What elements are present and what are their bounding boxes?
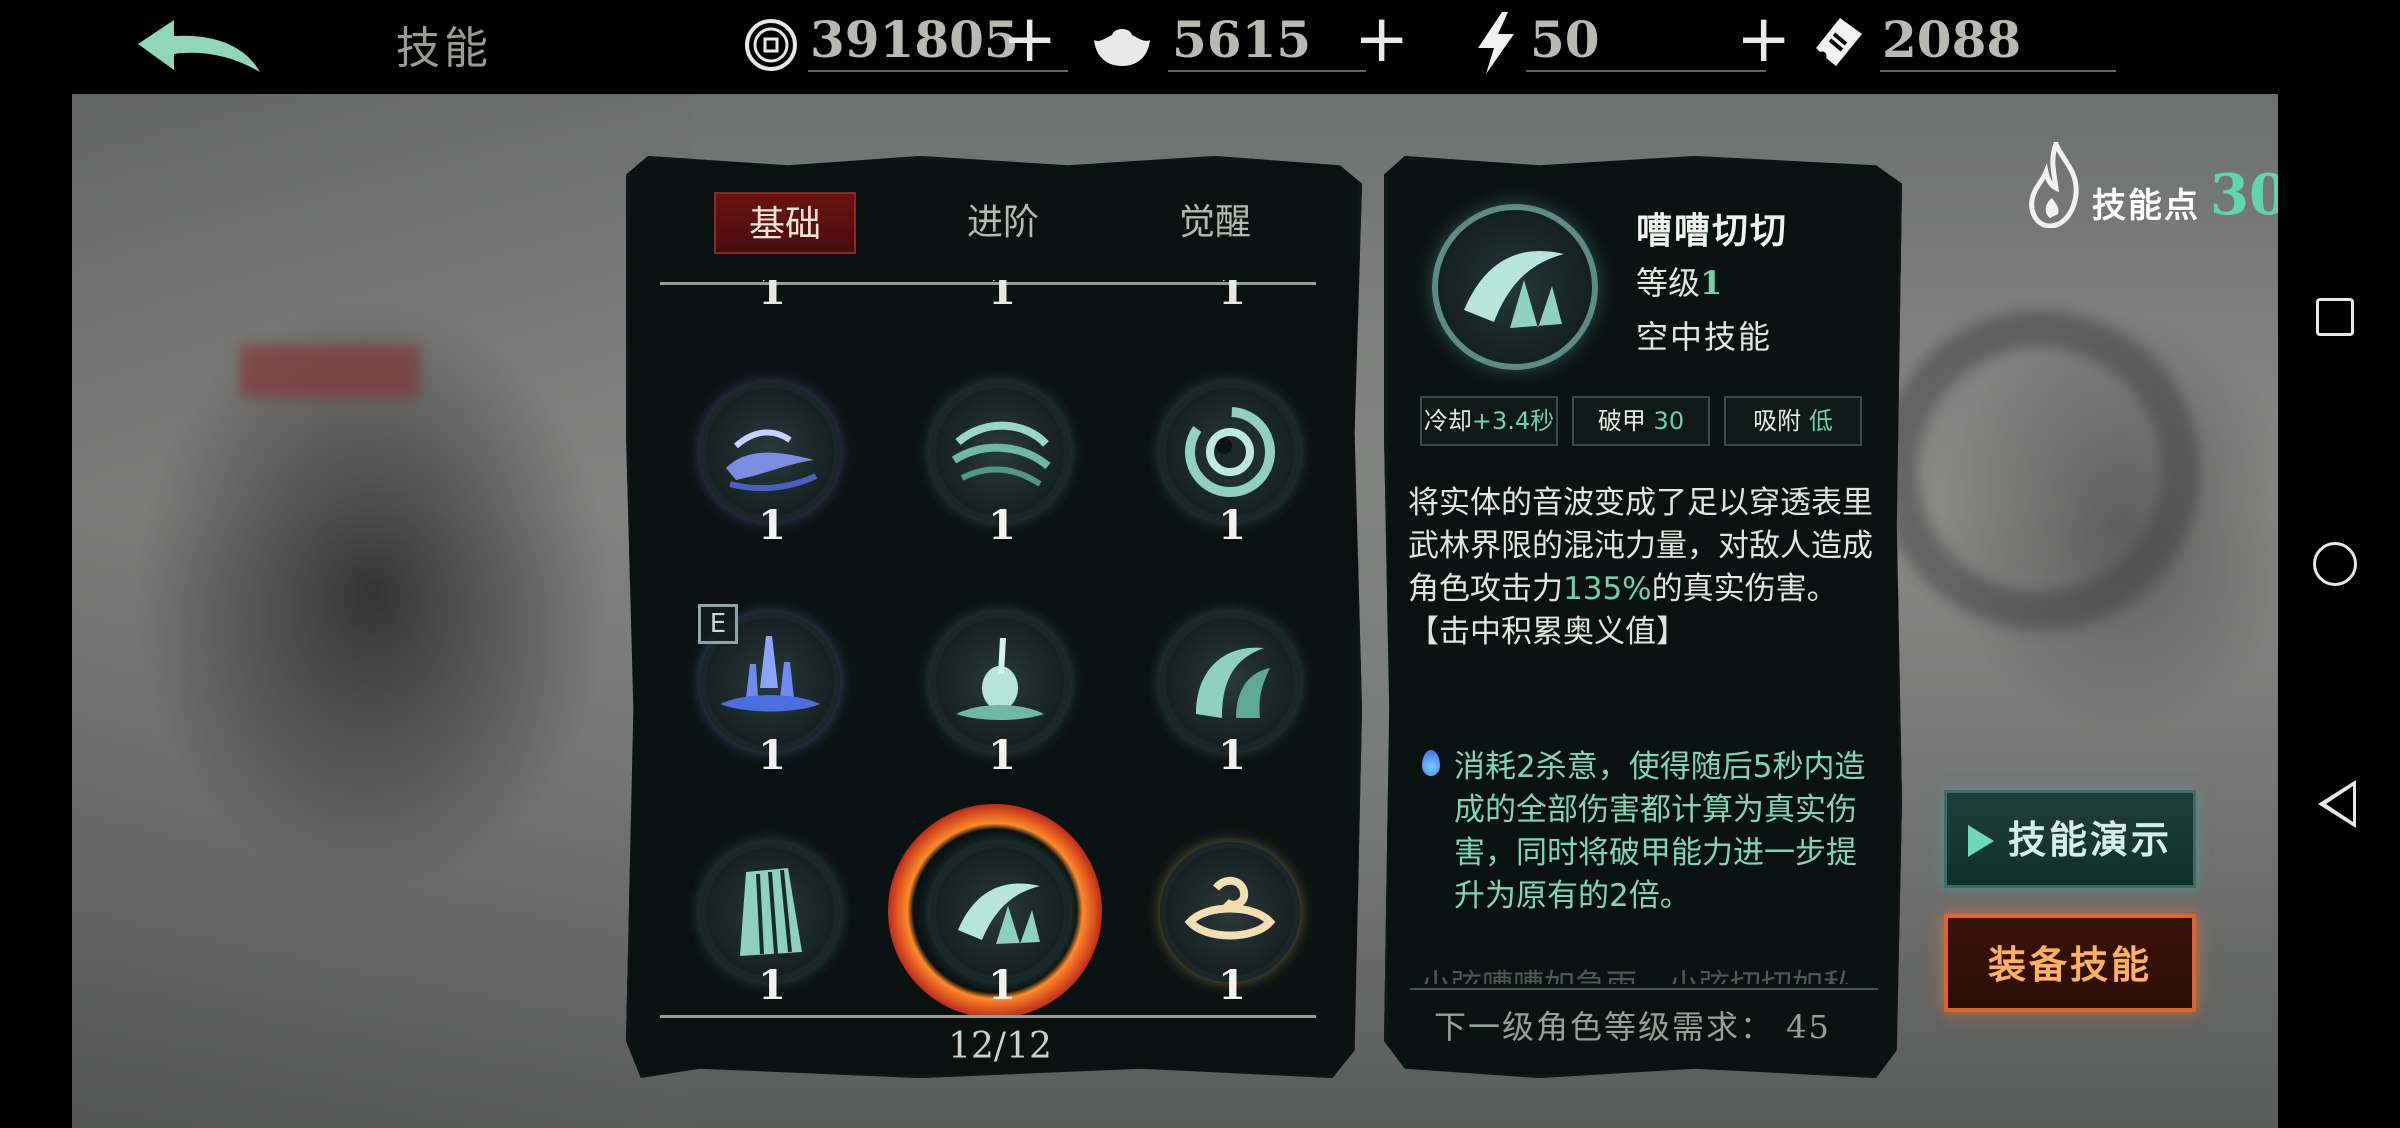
skill-slot-9[interactable]	[1160, 842, 1300, 982]
background-ring	[1880, 310, 2200, 630]
selected-skill-icon	[1432, 204, 1598, 370]
skill-level: 1	[988, 732, 1016, 779]
sound-slash-icon	[1464, 250, 1564, 328]
coin-value: 391805	[810, 10, 1019, 69]
grid-bottom-divider	[660, 1015, 1316, 1018]
skill-type: 空中技能	[1636, 318, 1773, 356]
home-icon[interactable]	[2313, 542, 2357, 586]
system-nav-bar	[2278, 94, 2400, 1128]
skill-level: 1	[1218, 502, 1246, 549]
tab-basic[interactable]: 基础	[714, 192, 856, 254]
skill-grade: 等级1	[1636, 258, 1722, 304]
top-row-level: 1	[1218, 280, 1246, 314]
skill-slot-1[interactable]	[700, 382, 840, 522]
silver-value: 5615	[1172, 10, 1312, 69]
grade-label: 等级	[1636, 264, 1701, 302]
skill-level: 1	[758, 732, 786, 779]
background-red-glow	[240, 345, 420, 397]
sound-slash-icon	[958, 883, 1040, 944]
coin-plus-button[interactable]: +	[1002, 6, 1057, 72]
flame-icon	[2029, 142, 2079, 228]
skill-points-label: 技能点	[2092, 186, 2200, 226]
ticket-value: 2088	[1882, 10, 2022, 69]
energy-bolt-icon	[1478, 12, 1514, 74]
equip-skill-button[interactable]: 装备技能	[1944, 914, 2196, 1012]
skill-slot-2[interactable]	[930, 382, 1070, 522]
recent-apps-icon[interactable]	[2316, 298, 2354, 336]
energy-value: 50	[1530, 10, 1600, 69]
grade-value: 1	[1700, 264, 1723, 302]
tab-awaken[interactable]: 觉醒	[1144, 192, 1286, 254]
skill-demo-button[interactable]: 技能演示	[1944, 790, 2196, 888]
wave-crash-icon	[726, 429, 818, 492]
energy-underline	[1526, 70, 1766, 72]
silver-plus-button[interactable]: +	[1354, 6, 1409, 72]
tab-advanced[interactable]: 进阶	[932, 192, 1074, 254]
wind-swirl-icon	[951, 421, 1051, 487]
skill-slot-5[interactable]	[930, 612, 1070, 752]
play-icon	[1967, 824, 1994, 857]
top-row-level: 1	[988, 280, 1016, 314]
stat-cooldown: 冷却+3.4秒	[1420, 396, 1558, 446]
stat-pull: 吸附 低	[1724, 396, 1862, 446]
energy-plus-button[interactable]: +	[1736, 6, 1791, 72]
flavor-text-cut: 小弦嘈嘈如急雨，小弦切切如私语	[1420, 960, 1880, 984]
swirling-veil-icon	[1196, 647, 1270, 718]
skill-slot-3[interactable]	[1160, 382, 1300, 522]
pipa-player-icon	[956, 638, 1044, 720]
background-shade	[72, 94, 692, 1128]
skill-effect: 消耗2杀意，使得随后5秒内造成的全部伤害都计算为真实伤害，同时将破甲能力进一步提…	[1454, 749, 1866, 914]
skill-slot-8-selected[interactable]	[930, 842, 1070, 982]
silver-ingot-icon	[1094, 29, 1150, 66]
skill-level: 1	[758, 502, 786, 549]
golden-whirl-icon	[1184, 876, 1276, 940]
skill-level: 1	[988, 962, 1016, 1009]
stat-armor-break: 破甲 30	[1572, 396, 1710, 446]
coin-icon	[745, 19, 797, 71]
level-requirement: 下一级角色等级需求： 45	[1434, 1008, 1831, 1046]
skill-description: 将实体的音波变成了足以穿透表里武林界限的混沌力量，对敌人造成角色攻击力135%的…	[1408, 485, 1873, 650]
ticket-icon	[1816, 18, 1862, 66]
skill-level: 1	[988, 502, 1016, 549]
silver-underline	[1168, 70, 1366, 72]
skill-count: 12/12	[948, 1026, 1052, 1067]
effect-bullet-icon	[1422, 750, 1440, 776]
hotkey-badge: E	[698, 604, 738, 644]
page-title: 技能	[396, 23, 492, 74]
skill-level: 1	[1218, 732, 1246, 779]
skill-name: 嘈嘈切切	[1636, 210, 1789, 252]
nav-back-icon[interactable]	[2318, 780, 2356, 828]
skill-slot-6[interactable]	[1160, 612, 1300, 752]
ticket-underline	[1880, 70, 2116, 72]
top-row-level: 1	[758, 280, 786, 314]
skill-level: 1	[758, 962, 786, 1009]
back-arrow-icon[interactable]	[134, 14, 266, 80]
skill-slot-7[interactable]	[700, 842, 840, 982]
skill-level: 1	[1218, 962, 1246, 1009]
vortex-icon	[1185, 407, 1275, 497]
guqin-strings-icon	[740, 868, 802, 956]
requirement-divider	[1410, 988, 1878, 990]
